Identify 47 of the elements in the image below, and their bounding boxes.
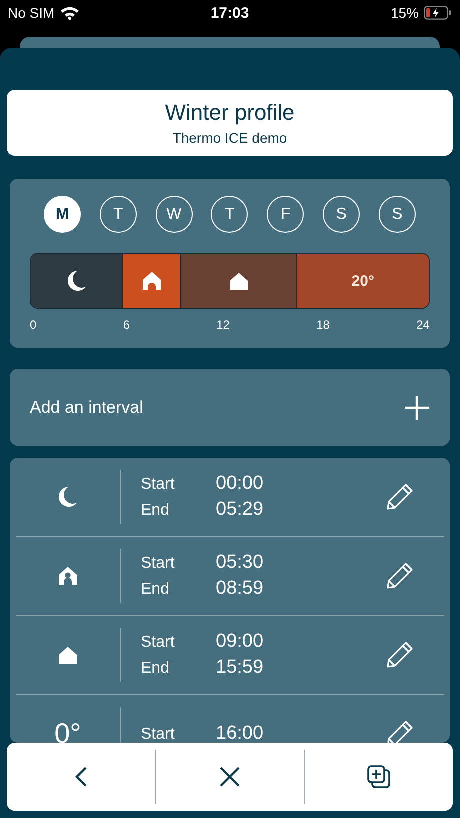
battery-percent: 15% <box>390 5 419 21</box>
hour-tick-label: 12 <box>216 318 230 332</box>
day-button[interactable]: S <box>378 196 416 233</box>
clock-text: 17:03 <box>210 4 250 22</box>
day-button[interactable]: S <box>323 196 360 233</box>
day-button[interactable]: T <box>100 196 137 233</box>
end-label: End <box>141 581 170 599</box>
hour-tick-label: 0 <box>30 318 37 332</box>
day-button[interactable]: F <box>267 196 304 233</box>
carrier-text: No SIM <box>8 5 55 21</box>
wifi-icon <box>60 6 80 20</box>
start-label: Start <box>141 634 176 652</box>
start-label: Start <box>141 726 176 743</box>
start-time: 05:30 <box>216 552 264 574</box>
day-button[interactable]: T <box>211 196 248 233</box>
start-time: 16:00 <box>216 723 264 743</box>
pencil-icon <box>386 483 414 511</box>
temperature-label: 20° <box>352 272 374 290</box>
hour-tick-label: 18 <box>316 318 330 332</box>
profile-subtitle: Thermo ICE demo <box>172 130 288 146</box>
copy-plus-icon <box>367 765 392 789</box>
battery-icon <box>424 6 452 20</box>
close-icon <box>219 766 241 788</box>
end-time: 05:29 <box>216 499 264 521</box>
start-label: Start <box>141 476 176 494</box>
hour-tick-label: 24 <box>416 318 430 332</box>
add-interval-button[interactable]: Add an interval <box>10 369 450 446</box>
house-icon <box>59 646 77 664</box>
house-icon <box>230 272 248 290</box>
end-label: End <box>141 660 170 678</box>
moon-icon <box>66 270 87 292</box>
day-button[interactable]: W <box>156 196 193 233</box>
start-time: 09:00 <box>216 631 264 653</box>
plus-icon <box>404 394 430 420</box>
moon-icon <box>58 486 78 508</box>
start-label: Start <box>141 555 176 573</box>
end-time: 08:59 <box>216 578 264 600</box>
end-label: End <box>141 502 170 520</box>
day-button[interactable]: M <box>44 196 81 233</box>
pencil-icon <box>386 641 414 669</box>
profile-title: Winter profile <box>165 100 295 126</box>
hour-tick-label: 6 <box>123 318 130 332</box>
start-time: 00:00 <box>216 473 264 495</box>
pencil-icon <box>386 562 414 590</box>
chevron-left-icon <box>74 766 88 788</box>
end-time: 15:59 <box>216 657 264 679</box>
temperature-label: 0° <box>54 718 82 743</box>
